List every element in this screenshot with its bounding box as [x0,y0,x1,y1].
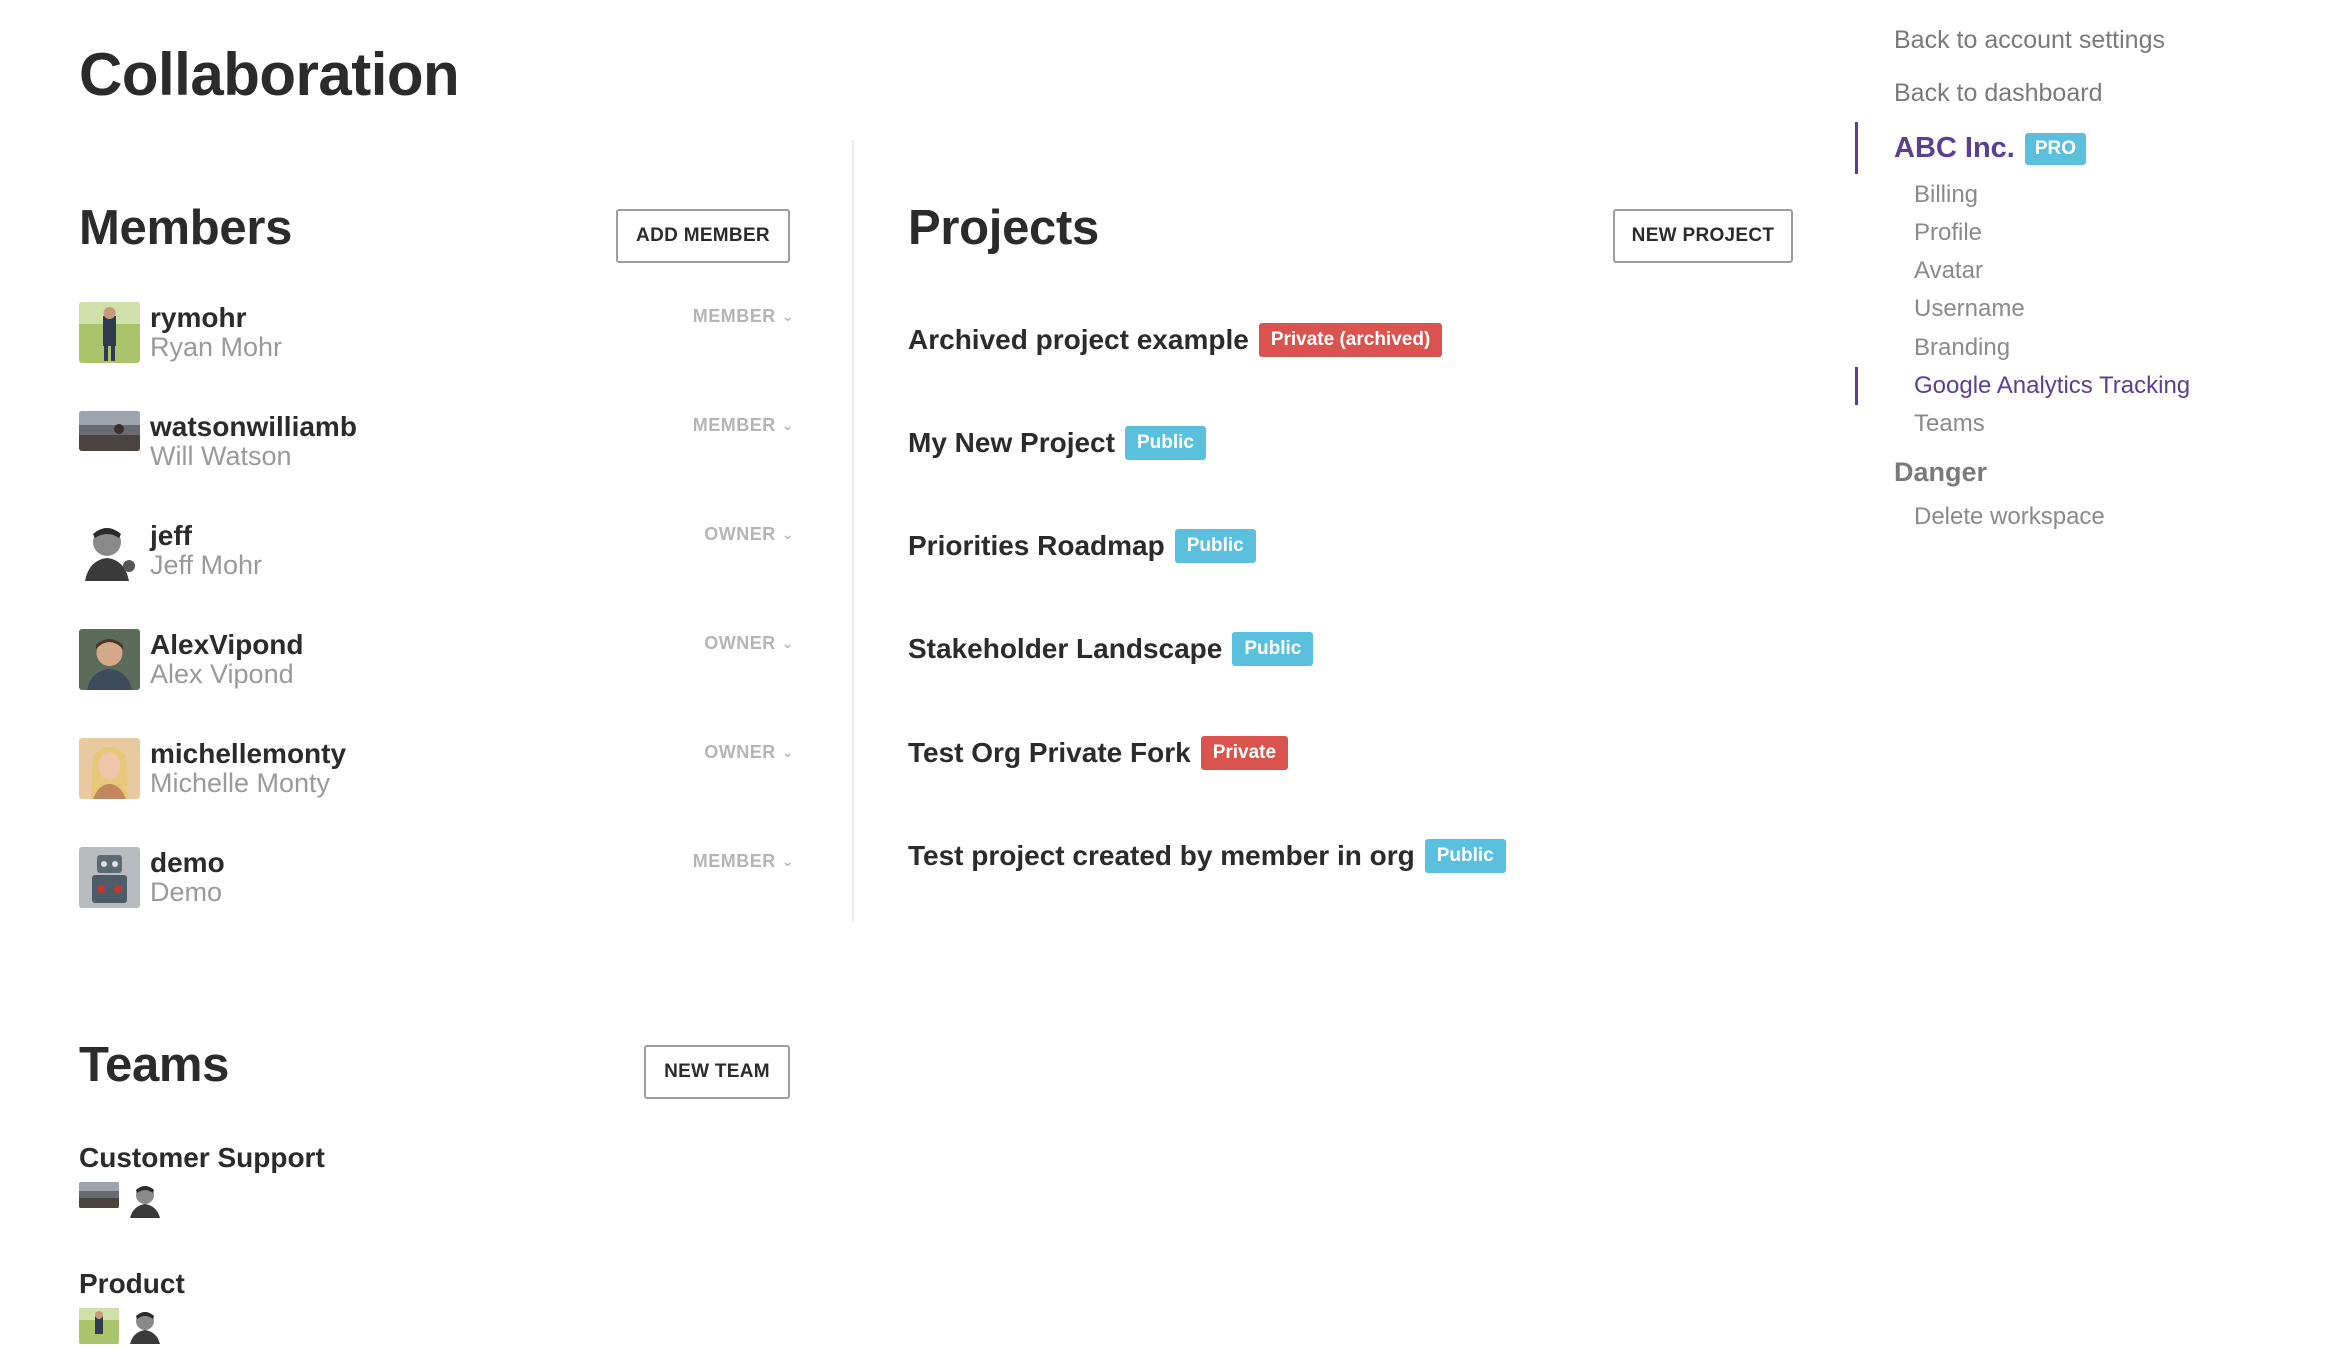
visibility-badge: Private (archived) [1258,323,1443,357]
member-role-dropdown[interactable]: OWNER ⌄ [704,524,794,545]
member-fullname: Alex Vipond [150,659,294,689]
team-name[interactable]: Product [79,1268,185,1300]
role-label: MEMBER [692,415,776,435]
sidebar-item-branding[interactable]: Branding [1914,334,2010,362]
member-username[interactable]: rymohr [150,302,246,334]
project-row[interactable]: Stakeholder Landscape Public [908,630,1314,668]
project-name[interactable]: Priorities Roadmap [908,530,1165,562]
avatar [79,1308,119,1344]
avatar [79,738,140,799]
new-project-button[interactable]: NEW PROJECT [1613,209,1793,263]
visibility-badge: Public [1424,839,1506,873]
sidebar-item-billing[interactable]: Billing [1914,181,1978,209]
visibility-badge: Private [1200,736,1289,770]
member-role-dropdown[interactable]: OWNER ⌄ [704,633,794,654]
team-item[interactable]: Product [79,1268,185,1344]
sidebar-item-profile[interactable]: Profile [1914,219,1982,247]
sidebar-org[interactable]: ABC Inc. PRO [1894,132,2087,165]
sidebar-item-delete-workspace[interactable]: Delete workspace [1914,503,2105,531]
project-row[interactable]: My New Project Public [908,424,1206,462]
active-sub-indicator [1855,367,1858,405]
member-fullname: Michelle Monty [150,768,331,798]
avatar [79,629,140,690]
member-row: michellemonty Michelle Monty OWNER ⌄ [79,738,794,800]
pro-badge: PRO [2024,132,2087,165]
project-name[interactable]: Test project created by member in org [908,840,1415,872]
member-row: demo Demo MEMBER ⌄ [79,847,794,909]
member-role-dropdown[interactable]: MEMBER ⌄ [693,851,794,872]
page-title: Collaboration [79,41,460,108]
project-row[interactable]: Test Org Private Fork Private [908,734,1289,772]
teams-title: Teams [79,1038,230,1092]
project-row[interactable]: Priorities Roadmap Public [908,527,1256,565]
member-fullname: Will Watson [150,441,292,471]
role-label: OWNER [704,633,776,653]
member-row: jeff Jeff Mohr OWNER ⌄ [79,520,794,582]
visibility-badge: Public [1232,632,1314,666]
member-fullname: Demo [150,877,223,907]
member-username[interactable]: AlexVipond [150,629,304,661]
sidebar-item-teams[interactable]: Teams [1914,410,1985,438]
chevron-down-icon: ⌄ [781,744,794,760]
sidebar-item-username[interactable]: Username [1914,295,2025,323]
role-label: MEMBER [692,306,776,326]
project-row[interactable]: Archived project example Private (archiv… [908,321,1443,359]
add-member-button[interactable]: ADD MEMBER [616,209,790,263]
chevron-down-icon: ⌄ [781,417,794,433]
sidebar-item-google-analytics[interactable]: Google Analytics Tracking [1914,372,2190,400]
chevron-down-icon: ⌄ [781,526,794,542]
avatar [127,1308,167,1344]
avatar [79,1182,119,1208]
members-title: Members [79,201,293,255]
project-name[interactable]: Stakeholder Landscape [908,633,1222,665]
avatar [79,302,140,363]
danger-heading: Danger [1894,457,1988,487]
back-to-account-settings-link[interactable]: Back to account settings [1894,26,2165,55]
chevron-down-icon: ⌄ [781,308,794,324]
visibility-badge: Public [1124,426,1206,460]
column-divider [852,140,854,922]
project-name[interactable]: Test Org Private Fork [908,737,1191,769]
member-role-dropdown[interactable]: OWNER ⌄ [704,742,794,763]
project-name[interactable]: Archived project example [908,324,1249,356]
member-role-dropdown[interactable]: MEMBER ⌄ [693,415,794,436]
team-item[interactable]: Customer Support [79,1142,325,1218]
member-username[interactable]: watsonwilliamb [150,411,357,443]
new-team-button[interactable]: NEW TEAM [644,1045,790,1099]
member-row: watsonwilliamb Will Watson MEMBER ⌄ [79,411,794,473]
org-name[interactable]: ABC Inc. [1894,132,2015,165]
member-fullname: Jeff Mohr [150,550,263,580]
team-avatars [79,1182,325,1218]
avatar [79,520,140,581]
sidebar-item-avatar[interactable]: Avatar [1914,257,1983,285]
member-username[interactable]: jeff [150,520,192,552]
role-label: OWNER [704,524,776,544]
role-label: MEMBER [692,851,776,871]
chevron-down-icon: ⌄ [781,635,794,651]
active-indicator [1855,122,1858,174]
member-username[interactable]: michellemonty [150,738,346,770]
member-role-dropdown[interactable]: MEMBER ⌄ [693,306,794,327]
role-label: OWNER [704,742,776,762]
projects-title: Projects [908,201,1099,255]
visibility-badge: Public [1174,529,1256,563]
member-fullname: Ryan Mohr [150,332,283,362]
project-row[interactable]: Test project created by member in org Pu… [908,837,1506,875]
chevron-down-icon: ⌄ [781,853,794,869]
member-row: AlexVipond Alex Vipond OWNER ⌄ [79,629,794,691]
back-to-dashboard-link[interactable]: Back to dashboard [1894,79,2102,108]
team-avatars [79,1308,185,1344]
avatar [127,1182,167,1218]
project-name[interactable]: My New Project [908,427,1115,459]
member-username[interactable]: demo [150,847,225,879]
team-name[interactable]: Customer Support [79,1142,325,1174]
member-row: rymohr Ryan Mohr MEMBER ⌄ [79,302,794,364]
avatar [79,411,140,451]
avatar [79,847,140,908]
